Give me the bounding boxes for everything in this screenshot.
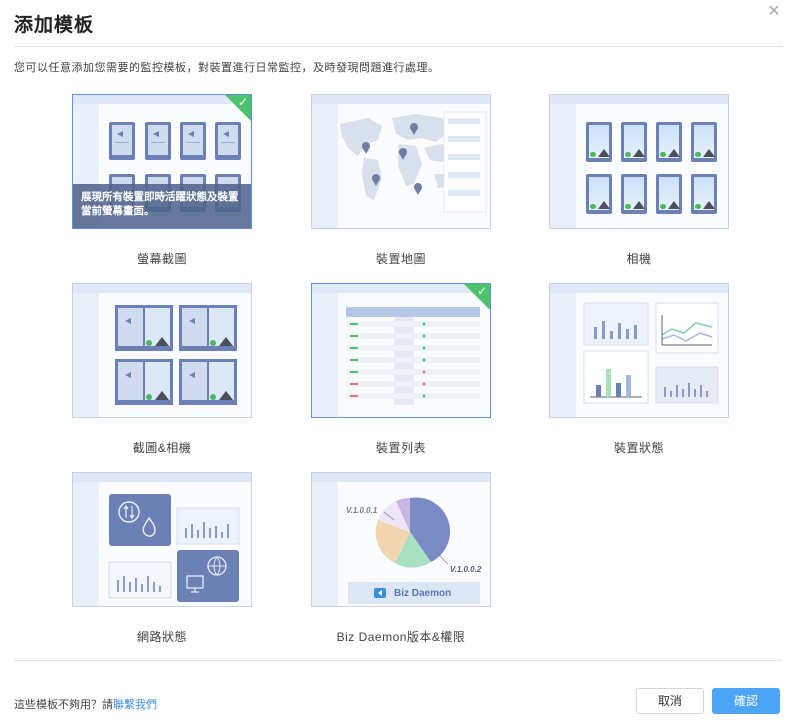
version-label-b: V.1.0.0.2: [450, 565, 482, 574]
confirm-button[interactable]: 確認: [712, 688, 780, 714]
preview-canvas: V.1.0.0.1 V.1.0.0.2 Biz Daemon: [338, 482, 490, 606]
template-thumbnail: [549, 94, 729, 229]
network-status-graphic: [108, 494, 240, 602]
preview-topbar: [312, 473, 490, 482]
divider: [14, 660, 782, 661]
cancel-button[interactable]: 取消: [636, 688, 704, 714]
check-icon: ✓: [237, 95, 248, 109]
template-label: 裝置狀態: [613, 441, 664, 455]
template-label: 裝置地圖: [375, 252, 426, 266]
brand-label: Biz Daemon: [394, 588, 452, 599]
preview-canvas: [99, 293, 251, 417]
template-thumbnail: [72, 283, 252, 418]
preview-sidebar: [550, 104, 576, 228]
world-map-graphic: [340, 111, 487, 213]
template-label: 裝置列表: [375, 441, 426, 455]
template-thumbnail: [72, 472, 252, 607]
preview-canvas: [338, 293, 490, 417]
template-thumbnail: [549, 283, 729, 418]
phone-icon: [109, 122, 135, 160]
phone-icon: [145, 122, 171, 160]
preview-canvas: [576, 293, 728, 417]
camera-feed-icon: [586, 174, 612, 214]
template-label: Biz Daemon版本&權限: [336, 630, 466, 644]
close-icon[interactable]: ✕: [766, 4, 782, 20]
preview-topbar: [73, 473, 251, 482]
camera-feed-icon: [621, 122, 647, 162]
template-description-overlay: 展現所有裝置即時活躍狀態及裝置當前螢幕畫面。: [73, 184, 251, 228]
device-table-graphic: [346, 307, 480, 405]
template-card-screenshot-camera[interactable]: 截圖&相機: [72, 283, 252, 456]
footer-prompt: 這些模板不夠用？請聯繫我們: [14, 696, 157, 712]
preview-topbar: [312, 95, 490, 104]
template-card-device-status[interactable]: 裝置狀態: [549, 283, 729, 456]
check-icon: ✓: [476, 284, 487, 298]
preview-canvas: [99, 482, 251, 606]
phone-icon: [180, 122, 206, 160]
template-thumbnail: [311, 94, 491, 229]
template-label: 網路狀態: [136, 630, 187, 644]
camera-feed-icon: [691, 122, 717, 162]
preview-canvas: [576, 104, 728, 228]
template-card-screenshot[interactable]: 展現所有裝置即時活躍狀態及裝置當前螢幕畫面。 ✓ 螢幕截圖: [72, 94, 252, 267]
template-card-device-list[interactable]: ✓ 裝置列表: [311, 283, 491, 456]
preview-sidebar: [73, 293, 99, 417]
phone-icon: [215, 122, 241, 160]
version-label-a: V.1.0.0.1: [346, 506, 378, 515]
template-thumbnail: 展現所有裝置即時活躍狀態及裝置當前螢幕畫面。 ✓: [72, 94, 252, 229]
preview-sidebar: [312, 482, 338, 606]
camera-feed-icon: [656, 174, 682, 214]
preview-topbar: [550, 284, 728, 293]
template-label: 相機: [626, 252, 652, 266]
preview-sidebar: [312, 293, 338, 417]
template-thumbnail: ✓: [311, 283, 491, 418]
template-label: 截圖&相機: [132, 441, 192, 455]
preview-canvas: [338, 104, 490, 228]
template-card-camera[interactable]: 相機: [549, 94, 729, 267]
camera-feed-icon: [656, 122, 682, 162]
preview-sidebar: [312, 104, 338, 228]
camera-feed-icon: [621, 174, 647, 214]
contact-us-link[interactable]: 聯繫我們: [113, 699, 157, 711]
footer-prompt-text: 這些模板不夠用？請: [14, 699, 113, 711]
template-card-biz-daemon[interactable]: V.1.0.0.1 V.1.0.0.2 Biz Daemon Biz Daemo…: [311, 472, 491, 645]
template-thumbnail: V.1.0.0.1 V.1.0.0.2 Biz Daemon: [311, 472, 491, 607]
preview-topbar: [550, 95, 728, 104]
preview-topbar: [73, 284, 251, 293]
status-charts-graphic: [583, 302, 719, 404]
preview-sidebar: [550, 293, 576, 417]
template-card-network-status[interactable]: 網路狀態: [72, 472, 252, 645]
template-label: 螢幕截圖: [136, 252, 187, 266]
screenshot-camera-graphic: [115, 305, 237, 405]
camera-feed-icon: [691, 174, 717, 214]
camera-feed-icon: [586, 122, 612, 162]
dialog-description: 您可以任意添加您需要的監控模板，對裝置進行日常監控，及時發現問題進行處理。: [14, 62, 440, 74]
dialog-title: 添加模板: [14, 15, 95, 36]
divider: [14, 46, 782, 47]
preview-sidebar: [73, 482, 99, 606]
template-card-device-map[interactable]: 裝置地圖: [311, 94, 491, 267]
